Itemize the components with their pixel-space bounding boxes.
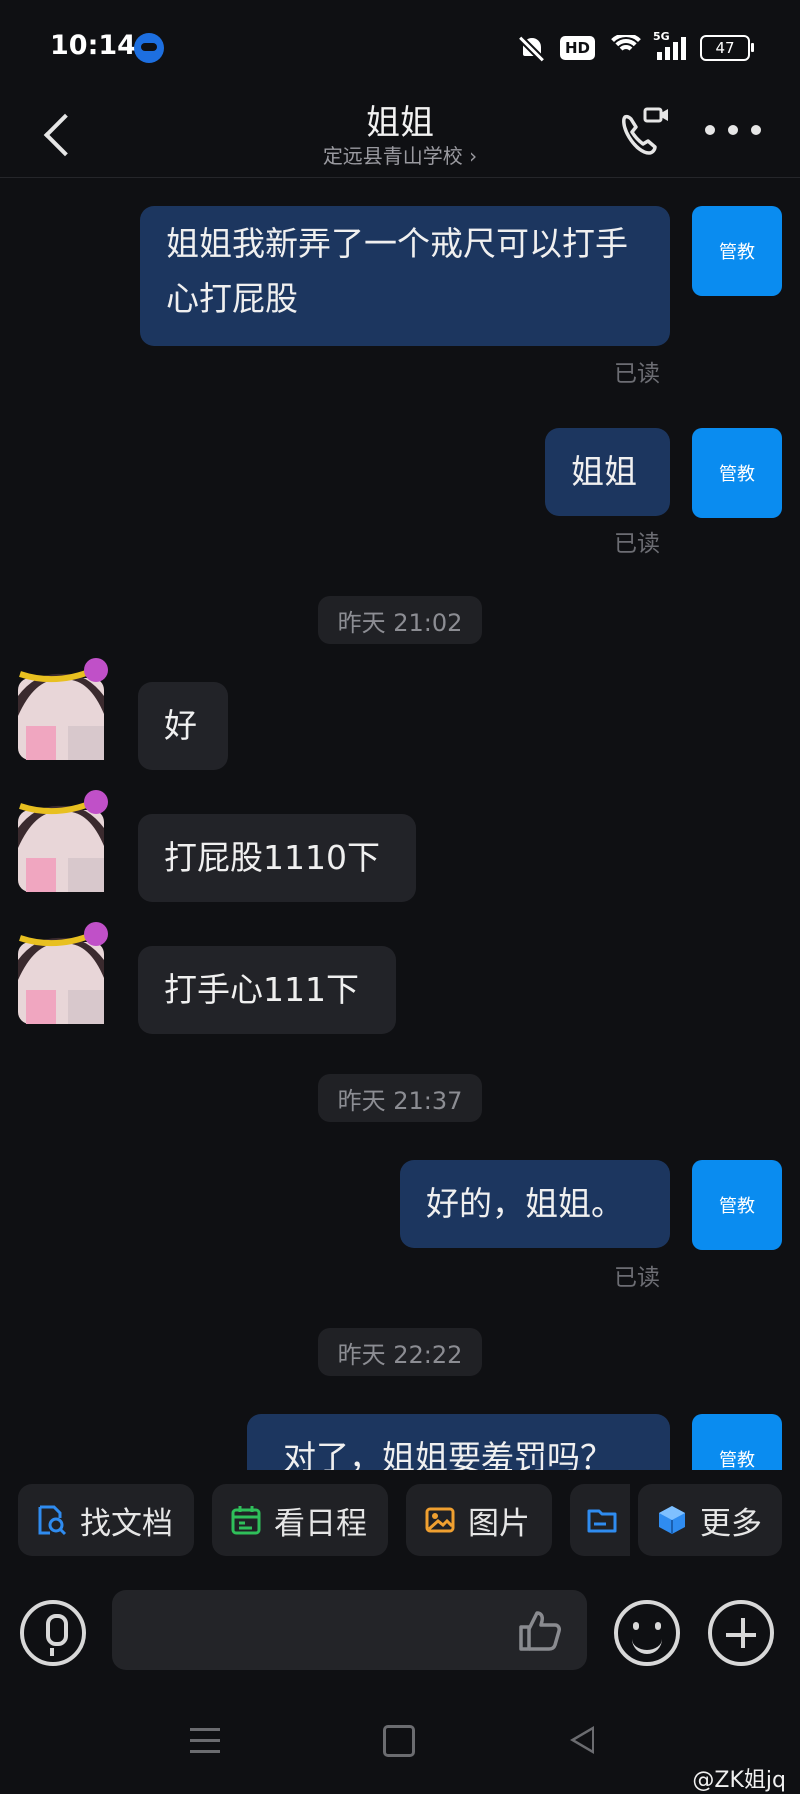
more-options-icon[interactable] <box>705 125 761 139</box>
avatar[interactable]: 管教 <box>692 1414 782 1470</box>
timestamp: 昨天 21:02 <box>318 596 482 644</box>
add-button[interactable] <box>708 1600 774 1666</box>
message-bubble[interactable]: 姐姐 <box>545 428 670 516</box>
wifi-icon <box>609 35 643 61</box>
avatar[interactable]: 管教 <box>692 1160 782 1250</box>
more-button[interactable]: 更多 <box>638 1484 782 1556</box>
message-bubble[interactable]: 打手心111下 <box>138 946 396 1034</box>
page-title: 姐姐 <box>366 103 434 143</box>
read-status: 已读 <box>614 531 660 557</box>
timestamp: 昨天 21:37 <box>318 1074 482 1122</box>
folder-icon <box>586 1504 618 1536</box>
avatar[interactable] <box>16 920 110 1026</box>
image-icon <box>424 1504 456 1536</box>
input-bar <box>0 1585 800 1685</box>
emoji-button[interactable] <box>614 1600 680 1666</box>
avatar[interactable] <box>16 656 110 762</box>
menu-icon[interactable] <box>190 1728 220 1754</box>
signal-icon: 5G <box>653 30 686 60</box>
avatar[interactable]: 管教 <box>692 206 782 296</box>
chat-subtitle[interactable]: 定远县青山学校 › <box>0 140 800 169</box>
message-list[interactable]: 姐姐我新弄了一个戒尺可以打手心打屁股 管教 已读 姐姐 管教 已读 昨天 21:… <box>0 178 800 1470</box>
avatar[interactable] <box>16 788 110 894</box>
avatar[interactable]: 管教 <box>692 428 782 518</box>
status-time: 10:14 <box>50 30 136 61</box>
schedule-button[interactable]: 看日程 <box>212 1484 388 1556</box>
message-bubble[interactable]: 好的，姐姐。 <box>400 1160 670 1248</box>
message-bubble[interactable]: 好 <box>138 682 228 770</box>
system-nav-bar <box>0 1700 800 1788</box>
message-bubble[interactable]: 对了，姐姐要羞罚吗？ <box>247 1414 670 1470</box>
read-status: 已读 <box>614 1265 660 1291</box>
doc-search-icon <box>36 1504 68 1536</box>
message-bubble[interactable]: 姐姐我新弄了一个戒尺可以打手心打屁股 <box>140 206 670 346</box>
nav-back-icon[interactable] <box>570 1726 594 1754</box>
find-doc-button[interactable]: 找文档 <box>18 1484 194 1556</box>
mute-icon <box>518 34 546 62</box>
read-status: 已读 <box>614 361 660 387</box>
status-bar: 10:14 HD 5G 47 <box>0 0 800 95</box>
quick-actions: 找文档 看日程 图片 更多 <box>0 1484 800 1556</box>
image-button[interactable]: 图片 <box>406 1484 552 1556</box>
like-icon[interactable] <box>515 1607 563 1655</box>
calendar-icon <box>230 1504 262 1536</box>
folder-button[interactable] <box>570 1484 630 1556</box>
timestamp: 昨天 22:22 <box>318 1328 482 1376</box>
cube-icon <box>656 1504 688 1536</box>
voice-button[interactable] <box>20 1600 86 1666</box>
battery-icon: 47 <box>700 35 754 61</box>
hd-icon: HD <box>559 36 595 60</box>
watermark: @ZK姐jq <box>692 1768 786 1793</box>
home-icon[interactable] <box>383 1725 415 1757</box>
assistant-icon <box>134 33 164 63</box>
chat-header: 姐姐 定远县青山学校 › <box>0 95 800 178</box>
video-call-icon[interactable] <box>615 105 671 161</box>
message-bubble[interactable]: 打屁股1110下 <box>138 814 416 902</box>
